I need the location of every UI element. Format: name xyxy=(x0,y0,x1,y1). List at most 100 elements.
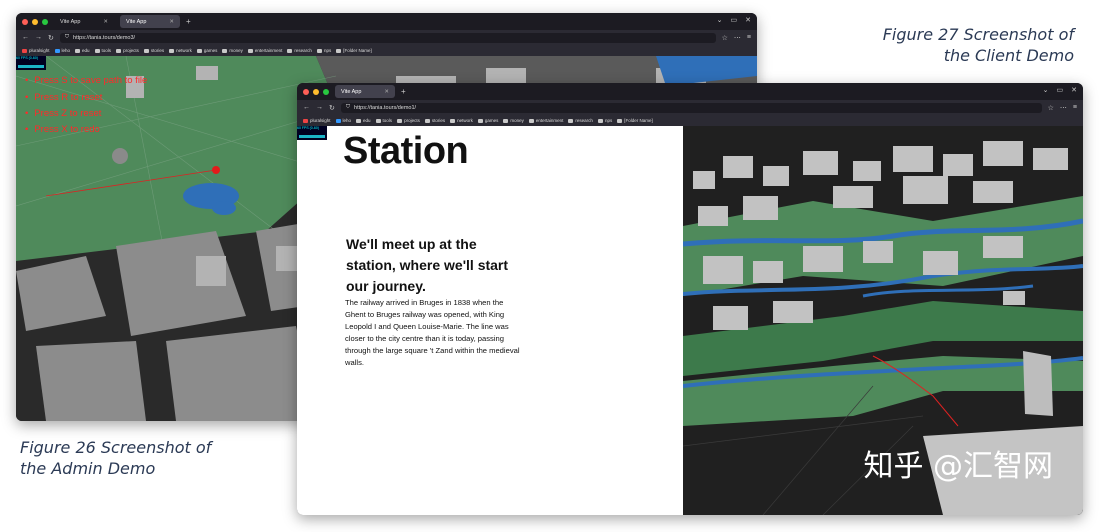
tab-vite-app-1[interactable]: Vite App ✕ xyxy=(54,15,114,28)
bookmark-edu[interactable]: edu xyxy=(75,48,90,53)
bookmark-label: edu xyxy=(363,118,371,123)
address-bar[interactable]: ⛉ https://tania.tours/demo3/ xyxy=(59,32,716,43)
bookmark-edu[interactable]: edu xyxy=(356,118,371,123)
bookmark-label: tools xyxy=(382,118,393,123)
close-window-button[interactable] xyxy=(22,18,28,25)
folder-icon xyxy=(116,48,122,53)
reload-icon[interactable]: ↻ xyxy=(48,34,54,42)
bookmark-nps[interactable]: nps xyxy=(316,48,332,53)
bookmark-stories[interactable]: stories xyxy=(143,48,164,53)
extensions-icon[interactable]: ⋯ xyxy=(734,34,741,42)
bookmark-entertainment[interactable]: entertainment xyxy=(247,48,282,53)
bookmark-label: nps xyxy=(604,118,613,123)
maximize-window-button[interactable] xyxy=(42,18,48,25)
maximize-window-button[interactable] xyxy=(323,88,329,95)
bookmark-leho[interactable]: leho xyxy=(54,48,70,53)
figure-27-caption: Figure 27 Screenshot of the Client Demo xyxy=(883,24,1074,66)
bookmark-label: stories xyxy=(431,118,446,123)
bookmark-network[interactable]: network xyxy=(450,118,473,123)
bookmark-pluralsight[interactable]: pluralsight xyxy=(22,48,50,53)
pluralsight-icon xyxy=(22,48,27,53)
watermark: 知乎 @汇智网 xyxy=(863,449,1053,484)
folder-icon xyxy=(75,48,81,53)
tab-vite-app-2[interactable]: Vite App ✕ xyxy=(120,15,180,28)
menu-icon[interactable]: ≡ xyxy=(1073,104,1077,111)
reload-icon[interactable]: ↻ xyxy=(329,104,335,112)
pluralsight-icon xyxy=(303,118,308,123)
fps-meter: 60 FPS (0-60) xyxy=(297,126,327,140)
back-icon[interactable]: ← xyxy=(22,34,29,41)
menu-icon[interactable]: ≡ xyxy=(747,34,751,41)
bookmark-money[interactable]: money xyxy=(222,48,243,53)
bookmark-network[interactable]: network xyxy=(169,48,192,53)
close-tab-icon[interactable]: ✕ xyxy=(384,89,389,95)
bookmark-label: entertainment xyxy=(535,118,564,123)
bookmark-nps[interactable]: nps xyxy=(597,118,613,123)
folder-icon xyxy=(196,48,202,53)
new-tab-icon[interactable]: + xyxy=(401,87,406,96)
close-window-button[interactable] xyxy=(303,88,309,95)
story-paragraph: The railway arrived in Bruges in 1838 wh… xyxy=(345,298,520,368)
story-panel: 60 FPS (0-60) Station We'll meet up at t… xyxy=(297,126,683,515)
bookmark-projects[interactable]: projects xyxy=(116,48,139,53)
bookmark-pluralsight[interactable]: pluralsight xyxy=(303,118,331,123)
caption-line-2: the Client Demo xyxy=(943,46,1074,65)
bookmark-label: projects xyxy=(404,118,420,123)
folder-icon xyxy=(503,118,509,123)
bookmark-research[interactable]: research xyxy=(287,48,312,53)
bookmark-label: nps xyxy=(323,48,332,53)
folder-icon xyxy=(222,48,228,53)
tab-bar: Vite App ✕ + ⌄ ▭ ✕ xyxy=(297,83,1083,100)
tab-list-icon[interactable]: ⌄ xyxy=(1043,86,1049,94)
url-text: https://tania.tours/demo3/ xyxy=(73,34,136,41)
fps-meter: 60 FPS (0-60) xyxy=(16,56,46,70)
close-tab-icon[interactable]: ✕ xyxy=(103,19,108,25)
close-icon[interactable]: ✕ xyxy=(745,16,751,24)
bookmark-research[interactable]: research xyxy=(568,118,593,123)
bookmark-tools[interactable]: tools xyxy=(94,48,111,53)
new-tab-icon[interactable]: + xyxy=(186,17,191,26)
bookmark-folder-name[interactable]: [Folder Name] xyxy=(336,48,372,53)
extensions-icon[interactable]: ⋯ xyxy=(1060,104,1067,112)
client-viewport: 60 FPS (0-60) Station We'll meet up at t… xyxy=(297,126,1083,515)
tab-list-icon[interactable]: ⌄ xyxy=(717,16,723,24)
bookmark-label: network xyxy=(176,48,192,53)
fps-bar xyxy=(299,135,325,138)
folder-icon xyxy=(94,48,100,53)
star-icon[interactable]: ☆ xyxy=(1048,104,1054,112)
restore-icon[interactable]: ▭ xyxy=(1057,86,1064,94)
bookmark-games[interactable]: games xyxy=(477,118,498,123)
fps-bar xyxy=(18,65,44,68)
bookmark-games[interactable]: games xyxy=(196,48,218,53)
fps-label: 60 FPS (0-60) xyxy=(16,56,38,60)
bookmark-label: network xyxy=(457,118,473,123)
hint-undo: Press Z to reset xyxy=(25,108,101,119)
restore-icon[interactable]: ▭ xyxy=(731,16,738,24)
bookmark-label: [Folder Name] xyxy=(624,118,653,123)
bookmark-label: money xyxy=(229,48,243,53)
bookmark-folder-name[interactable]: [Folder Name] xyxy=(617,118,653,123)
folder-icon xyxy=(287,48,293,53)
bookmark-leho[interactable]: leho xyxy=(335,118,351,123)
minimize-window-button[interactable] xyxy=(32,18,38,25)
folder-icon xyxy=(169,48,175,53)
bookmark-money[interactable]: money xyxy=(503,118,524,123)
address-bar[interactable]: ⛉ https://tania.tours/demo1/ xyxy=(340,102,1042,113)
minimize-window-button[interactable] xyxy=(313,88,319,95)
folder-icon xyxy=(356,118,362,123)
forward-icon[interactable]: → xyxy=(35,34,42,41)
bookmark-entertainment[interactable]: entertainment xyxy=(528,118,564,123)
close-icon[interactable]: ✕ xyxy=(1071,86,1077,94)
forward-icon[interactable]: → xyxy=(316,104,323,111)
bookmark-tools[interactable]: tools xyxy=(375,118,393,123)
star-icon[interactable]: ☆ xyxy=(722,34,728,42)
figure-26-caption: Figure 26 Screenshot of the Admin Demo xyxy=(20,437,211,479)
bookmark-label: games xyxy=(203,48,218,53)
bookmark-projects[interactable]: projects xyxy=(397,118,420,123)
back-icon[interactable]: ← xyxy=(303,104,310,111)
folder-icon xyxy=(597,118,603,123)
close-tab-icon[interactable]: ✕ xyxy=(169,19,174,25)
tab-vite-app[interactable]: Vite App ✕ xyxy=(335,85,395,98)
story-subheading: We'll meet up at the station, where we'l… xyxy=(346,236,509,294)
bookmark-stories[interactable]: stories xyxy=(424,118,446,123)
